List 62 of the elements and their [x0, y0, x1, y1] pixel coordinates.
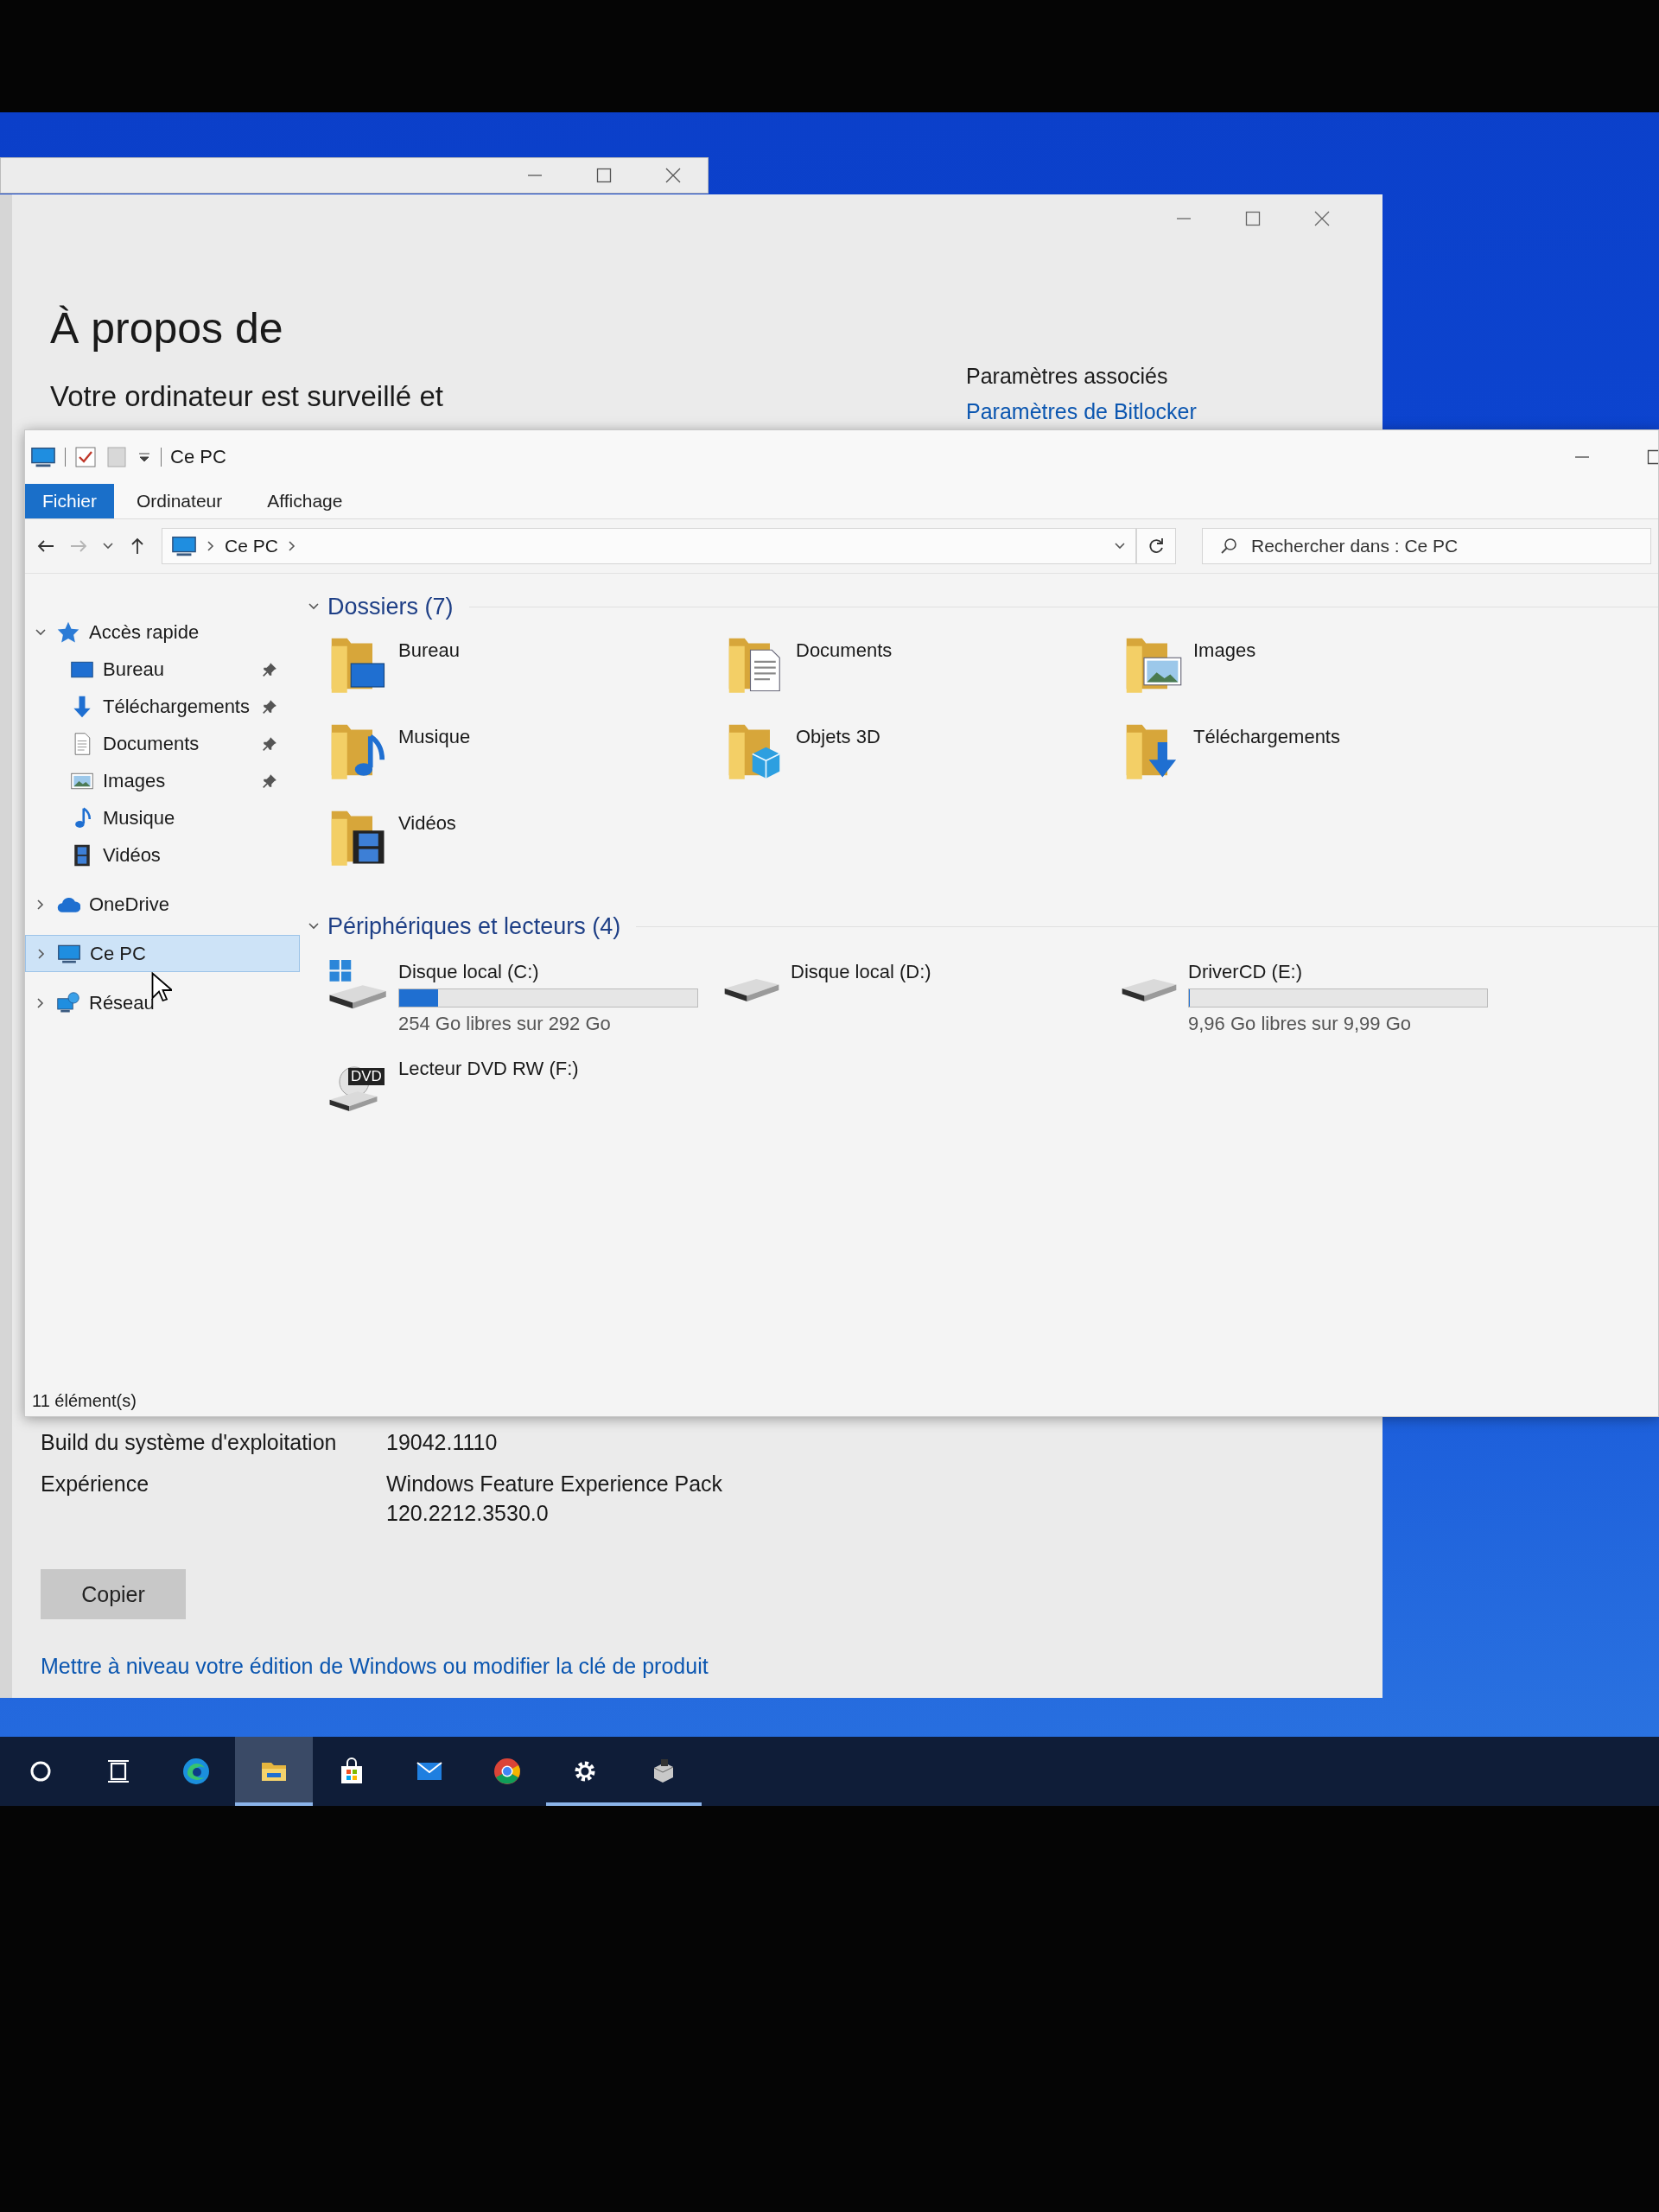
hard-drive-icon — [1121, 978, 1178, 1001]
taskbar-button[interactable] — [235, 1737, 313, 1806]
minimize-icon — [1177, 218, 1191, 219]
folder-item[interactable]: Vidéos — [326, 805, 723, 892]
drive-name[interactable]: Disque local (C:) — [398, 961, 698, 983]
nav-item[interactable]: Ce PC — [25, 935, 300, 972]
window-title: Ce PC — [170, 446, 226, 468]
nav-item[interactable]: Réseau — [25, 984, 300, 1021]
free-space-text: 254 Go libres sur 292 Go — [398, 1013, 612, 1035]
hard-drive-icon — [723, 978, 780, 1001]
maximize-icon — [595, 167, 613, 184]
folder-item[interactable]: Téléchargements — [1121, 719, 1518, 805]
blank-page-icon — [105, 446, 128, 468]
spec-value: 19042.1110 — [386, 1429, 499, 1456]
maximize-icon — [1646, 448, 1658, 466]
page-title: À propos de — [50, 303, 284, 354]
drive-name[interactable]: Lecteur DVD RW (F:) — [398, 1058, 579, 1080]
related-settings-heading: Paramètres associés — [966, 364, 1169, 389]
status-text: 11 élément(s) — [32, 1390, 137, 1411]
folder-item[interactable]: Images — [1121, 632, 1518, 719]
settings-link[interactable]: Paramètres de Bitlocker — [966, 399, 1382, 424]
nav-item[interactable]: Bureau — [25, 651, 300, 688]
breadcrumb-item[interactable]: Ce PC — [225, 536, 278, 556]
nav-item[interactable]: OneDrive — [25, 886, 300, 923]
folder-item[interactable]: Musique — [326, 719, 723, 805]
spec-value: Windows Feature Experience Pack 120.2212.3530.0 — [386, 1471, 724, 1527]
nav-item[interactable]: Accès rapide — [25, 613, 300, 651]
nav-item[interactable]: Documents — [25, 725, 300, 762]
nav-item[interactable]: Images — [25, 762, 300, 799]
file-menu-button[interactable]: Fichier — [25, 484, 114, 518]
close-icon — [664, 167, 682, 184]
free-space-text: 9,96 Go libres sur 9,99 Go — [1188, 1013, 1413, 1035]
nav-item[interactable]: Musique — [25, 799, 300, 836]
close-icon — [1313, 210, 1331, 227]
copy-button[interactable]: Copier — [41, 1569, 186, 1619]
nav-item[interactable]: Téléchargements — [25, 688, 300, 725]
search-field[interactable]: Rechercher dans : Ce PC — [1202, 528, 1651, 564]
group-header[interactable]: Dossiers (7) — [307, 589, 1658, 624]
minimize-icon — [1575, 456, 1589, 458]
properties-check-icon — [74, 446, 97, 468]
status-text: Votre ordinateur est surveillé et — [50, 380, 444, 414]
address-bar[interactable]: Ce PC — [162, 528, 1136, 564]
refresh-button[interactable] — [1136, 528, 1176, 564]
disc-label: DVD — [348, 1068, 385, 1085]
spec-label: Expérience — [41, 1471, 150, 1497]
folder-item[interactable]: Documents — [723, 632, 1121, 719]
minimize-icon — [528, 175, 542, 176]
edge-logo-icon — [181, 1756, 212, 1787]
ribbon-tab[interactable]: Affichage — [245, 484, 365, 518]
nav-item[interactable]: Vidéos — [25, 836, 300, 874]
drive-name[interactable]: Disque local (D:) — [791, 961, 931, 983]
folder-item[interactable]: Objets 3D — [723, 719, 1121, 805]
network-icon — [56, 990, 80, 1015]
round-logo-icon — [492, 1756, 523, 1787]
upgrade-link[interactable]: Mettre à niveau votre édition de Windows ou modifier la clé de produit — [41, 1654, 1382, 1679]
ribbon-tab[interactable]: Ordinateur — [114, 484, 245, 518]
maximize-icon — [1244, 210, 1262, 227]
group-header[interactable]: Périphériques et lecteurs (4) — [307, 909, 1658, 944]
drive-name[interactable]: DriverCD (E:) — [1188, 961, 1488, 983]
folder-item[interactable]: Bureau — [326, 632, 723, 719]
spec-label: Build du système d'exploitation — [41, 1429, 338, 1456]
search-icon — [1219, 537, 1238, 556]
